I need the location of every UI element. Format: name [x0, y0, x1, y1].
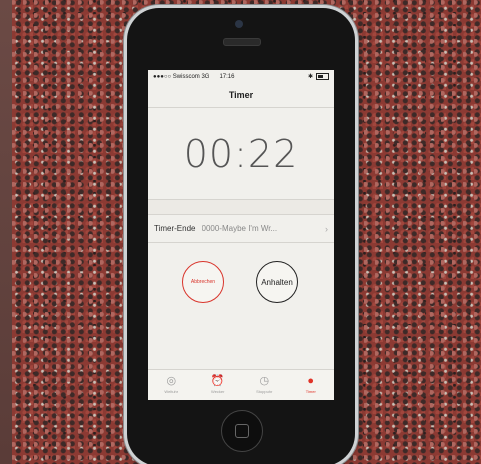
iphone: ●●●○○ Swisscom 3G 17:16 ✱ Timer 00:22 Ti…: [127, 8, 355, 464]
photo-scene: ●●●○○ Swisscom 3G 17:16 ✱ Timer 00:22 Ti…: [0, 0, 481, 464]
tab-label: Wecker: [211, 389, 225, 394]
countdown-display: 00:22: [148, 108, 334, 200]
timer-end-value: 0000-Maybe I'm Wr...: [201, 224, 278, 233]
globe-icon: ◎: [166, 375, 177, 387]
tab-stopwatch[interactable]: ◷ Stoppuhr: [241, 370, 288, 400]
cancel-button[interactable]: Abbrechen: [182, 261, 224, 303]
front-camera: [235, 20, 243, 28]
timer-end-label: Timer-Ende: [154, 224, 196, 233]
status-icons: ✱: [308, 73, 329, 80]
earpiece-speaker: [223, 38, 261, 46]
carrier-text: ●●●○○ Swisscom 3G: [153, 73, 210, 80]
pause-label: Anhalten: [261, 277, 293, 287]
home-square-icon: [235, 424, 249, 438]
tab-label: Timer: [305, 389, 316, 394]
tab-world-clock[interactable]: ◎ Weltuhr: [148, 370, 195, 400]
status-bar: ●●●○○ Swisscom 3G 17:16 ✱: [148, 70, 334, 83]
tab-label: Stoppuhr: [256, 389, 273, 394]
battery-icon: [316, 73, 329, 80]
alarm-clock-icon: ⏰: [210, 375, 225, 387]
phone-screen: ●●●○○ Swisscom 3G 17:16 ✱ Timer 00:22 Ti…: [148, 70, 334, 400]
page-title: Timer: [228, 90, 254, 100]
timer-icon: ●: [307, 375, 315, 387]
tab-label: Weltuhr: [164, 389, 179, 394]
cancel-label: Abbrechen: [190, 279, 216, 285]
tab-bar: ◎ Weltuhr ⏰ Wecker ◷ Stoppuhr ● Timer: [148, 369, 334, 400]
control-buttons: Abbrechen Anhalten: [148, 243, 334, 353]
pause-button[interactable]: Anhalten: [256, 261, 298, 303]
background-strip: [0, 0, 12, 464]
clock-text: 17:16: [219, 73, 235, 80]
stopwatch-icon: ◷: [259, 375, 270, 387]
chevron-right-icon: ›: [325, 223, 328, 234]
home-button[interactable]: [221, 410, 263, 452]
bluetooth-icon: ✱: [307, 74, 313, 80]
tab-timer[interactable]: ● Timer: [288, 370, 335, 400]
tab-alarm[interactable]: ⏰ Wecker: [195, 370, 242, 400]
timer-end-row[interactable]: Timer-Ende 0000-Maybe I'm Wr... ›: [148, 215, 334, 243]
nav-bar: Timer: [148, 83, 334, 108]
section-gap: [148, 200, 334, 215]
